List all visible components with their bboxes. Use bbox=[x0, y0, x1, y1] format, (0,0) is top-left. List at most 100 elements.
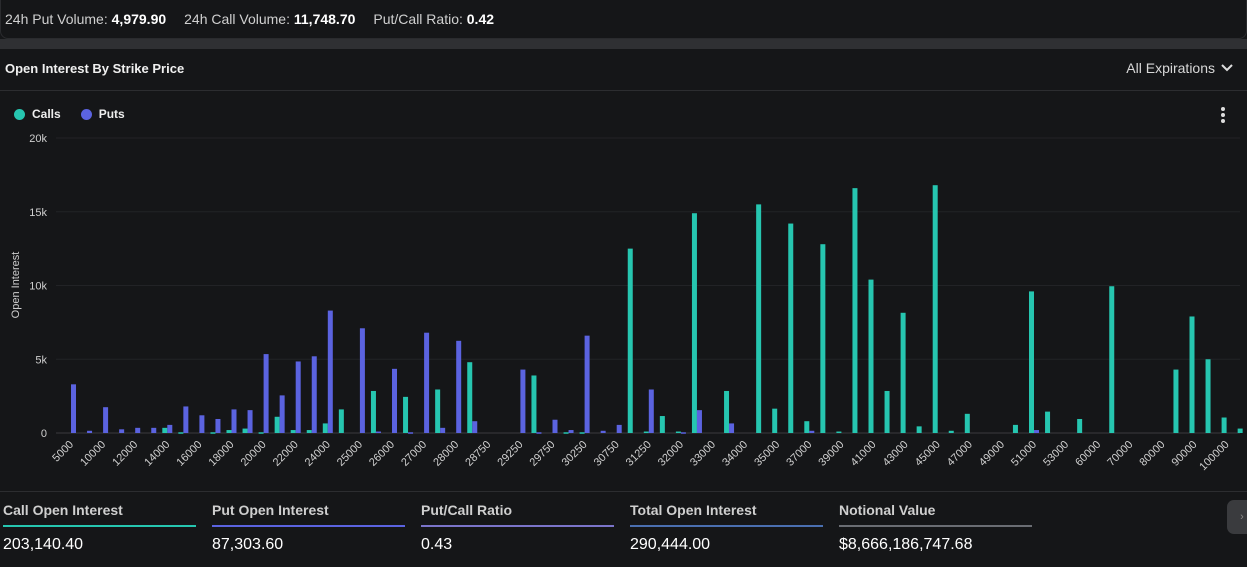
bar-calls bbox=[1189, 316, 1195, 433]
scroll-right-button[interactable]: › bbox=[1227, 500, 1247, 534]
x-tick-label: 31250 bbox=[624, 439, 654, 469]
x-tick-label: 53000 bbox=[1041, 439, 1071, 469]
bar-puts bbox=[183, 406, 189, 433]
section-divider bbox=[0, 39, 1247, 49]
expiration-dropdown-label: All Expirations bbox=[1126, 60, 1215, 76]
stat-card: Put/Call Ratio 0.43 bbox=[421, 502, 614, 554]
stat-underline bbox=[212, 525, 405, 527]
put-volume-value: 4,979.90 bbox=[111, 11, 167, 27]
bar-calls bbox=[162, 427, 168, 433]
call-volume-label: 24h Call Volume: bbox=[184, 11, 290, 27]
bar-calls bbox=[691, 213, 697, 433]
bar-calls bbox=[948, 430, 954, 433]
bar-calls bbox=[370, 390, 376, 433]
stat-label: Total Open Interest bbox=[630, 502, 757, 518]
bar-calls bbox=[579, 432, 585, 434]
bar-calls bbox=[659, 416, 665, 433]
bar-puts bbox=[263, 354, 269, 433]
x-tick-label: 5000 bbox=[50, 439, 76, 465]
bar-calls bbox=[1173, 369, 1179, 433]
bar-calls bbox=[1205, 359, 1211, 433]
bar-calls bbox=[322, 423, 328, 433]
x-tick-label: 32000 bbox=[656, 439, 686, 469]
x-tick-label: 45000 bbox=[913, 439, 943, 469]
legend-item-puts[interactable]: Puts bbox=[80, 107, 125, 121]
bar-calls bbox=[820, 244, 826, 433]
stat-label: Call Open Interest bbox=[3, 502, 123, 518]
x-tick-label: 37000 bbox=[784, 439, 814, 469]
x-tick-label: 22000 bbox=[271, 439, 301, 469]
bar-calls bbox=[290, 430, 296, 433]
bar-puts bbox=[584, 335, 590, 433]
bar-puts bbox=[729, 423, 735, 433]
kebab-menu-icon[interactable] bbox=[1217, 106, 1229, 126]
bar-puts bbox=[295, 361, 301, 433]
bar-puts bbox=[520, 369, 526, 433]
bar-puts bbox=[408, 432, 414, 434]
bar-puts bbox=[151, 427, 157, 433]
stat-card: Total Open Interest 290,444.00 bbox=[630, 502, 823, 554]
stat-underline bbox=[3, 525, 196, 527]
x-tick-label: 10000 bbox=[78, 439, 108, 469]
x-tick-label: 20000 bbox=[239, 439, 269, 469]
stat-underline bbox=[421, 525, 614, 527]
bar-calls bbox=[627, 248, 633, 433]
stat-card: Notional Value $8,666,186,747.68 bbox=[839, 502, 1032, 554]
stat-value: 203,140.40 bbox=[3, 536, 84, 553]
bar-calls bbox=[804, 421, 810, 433]
bar-calls bbox=[772, 408, 778, 433]
stat-value: 87,303.60 bbox=[212, 536, 284, 553]
x-tick-label: 28000 bbox=[431, 439, 461, 469]
put-call-ratio-label: Put/Call Ratio: bbox=[373, 11, 463, 27]
legend-item-calls[interactable]: Calls bbox=[14, 107, 61, 121]
bar-puts bbox=[199, 415, 205, 433]
x-tick-label: 70000 bbox=[1105, 439, 1135, 469]
puts-legend-dot-icon bbox=[80, 108, 92, 120]
expiration-dropdown[interactable]: All Expirations bbox=[1126, 60, 1233, 76]
x-tick-label: 16000 bbox=[174, 439, 204, 469]
bar-calls bbox=[242, 428, 248, 433]
bar-calls bbox=[964, 413, 970, 433]
calls-legend-dot-icon bbox=[14, 108, 25, 120]
bar-calls bbox=[868, 279, 874, 433]
bar-puts bbox=[215, 418, 221, 433]
bar-puts bbox=[103, 407, 109, 433]
x-tick-label: 27000 bbox=[399, 439, 429, 469]
call-volume-value: 11,748.70 bbox=[293, 11, 356, 27]
bar-calls bbox=[675, 431, 681, 434]
bar-puts bbox=[87, 430, 93, 433]
bar-puts bbox=[648, 389, 654, 433]
x-tick-label: 29250 bbox=[495, 439, 525, 469]
bar-calls bbox=[338, 409, 344, 433]
bar-calls bbox=[1045, 411, 1051, 433]
bar-puts bbox=[167, 424, 173, 433]
call-volume-stat: 24h Call Volume: 11,748.70 bbox=[184, 11, 355, 27]
panel-header: Open Interest By Strike Price All Expira… bbox=[0, 49, 1247, 91]
bar-puts bbox=[680, 432, 686, 434]
bar-calls bbox=[226, 430, 232, 433]
y-tick-label: 10k bbox=[29, 281, 47, 293]
bar-calls bbox=[210, 432, 216, 434]
stat-underline bbox=[630, 525, 823, 527]
bar-puts bbox=[279, 395, 285, 433]
x-tick-label: 100000 bbox=[1197, 439, 1231, 473]
x-tick-label: 14000 bbox=[142, 439, 172, 469]
y-tick-label: 15k bbox=[29, 207, 47, 219]
bar-puts bbox=[231, 409, 237, 433]
x-tick-label: 26000 bbox=[367, 439, 397, 469]
bar-puts bbox=[600, 430, 606, 433]
bar-calls bbox=[306, 430, 312, 433]
y-tick-label: 5k bbox=[35, 354, 47, 366]
bar-calls bbox=[435, 389, 441, 433]
bar-calls bbox=[1109, 286, 1115, 433]
open-interest-panel: Open Interest By Strike Price All Expira… bbox=[0, 49, 1247, 566]
stat-label: Put/Call Ratio bbox=[421, 502, 513, 518]
x-tick-label: 12000 bbox=[110, 439, 140, 469]
bar-calls bbox=[274, 416, 280, 433]
bar-calls bbox=[724, 390, 730, 433]
bar-puts bbox=[311, 356, 317, 433]
stat-card: Put Open Interest 87,303.60 bbox=[212, 502, 405, 554]
open-interest-chart: 05k10k15k20kOpen Interest5000 10000 12000 1… bbox=[10, 133, 1243, 473]
bar-calls bbox=[1237, 428, 1243, 433]
chevron-down-icon bbox=[1221, 64, 1233, 72]
